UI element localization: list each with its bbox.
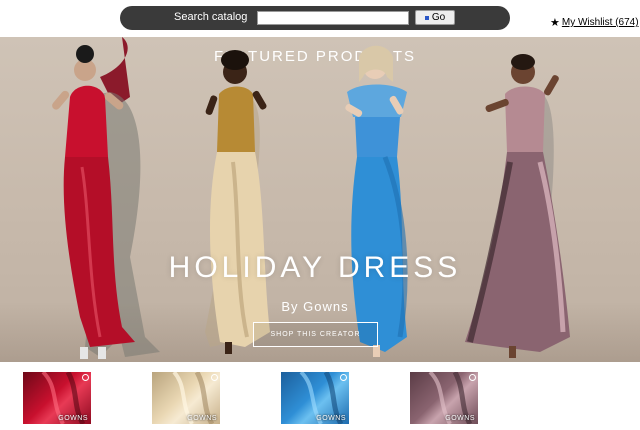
top-bar: Search catalog Go ★ My Wishlist (674) [0,0,640,37]
gowns-logo-icon [82,374,89,381]
product-thumbnail-blue[interactable]: GOWNS [281,372,349,424]
search-bar: Search catalog Go [120,6,510,30]
go-icon [424,15,429,20]
banner-subtitle: By Gowns [281,299,349,314]
product-thumbnail-gold[interactable]: GOWNS [152,372,220,424]
gowns-logo-icon [340,374,347,381]
thumbnail-brand-label: GOWNS [445,415,475,422]
product-thumbnail-red[interactable]: GOWNS [23,372,91,424]
wishlist-label: My Wishlist (674) [561,17,639,28]
go-button[interactable]: Go [415,10,455,25]
wishlist-link[interactable]: ★ My Wishlist (674) [550,17,639,28]
go-button-label: Go [431,12,446,23]
product-thumbnail-mauve[interactable]: GOWNS [410,372,478,424]
star-icon: ★ [550,16,560,29]
banner-title: HOLIDAY DRESS [168,251,462,284]
shop-this-creator-button[interactable]: SHOP THIS CREATOR [253,322,378,347]
thumbnail-brand-label: GOWNS [187,415,217,422]
thumbnail-brand-label: GOWNS [58,415,88,422]
featured-banner[interactable]: FEATURED PRODUCTS HOLIDAY DRESS By Gowns… [0,37,640,362]
model-mauve-dress [465,54,570,358]
gowns-logo-icon [469,374,476,381]
gowns-logo-icon [211,374,218,381]
thumbnail-brand-label: GOWNS [316,415,346,422]
search-input[interactable] [257,11,409,25]
search-label: Search catalog [174,11,248,23]
model-gold-dress [205,50,270,354]
